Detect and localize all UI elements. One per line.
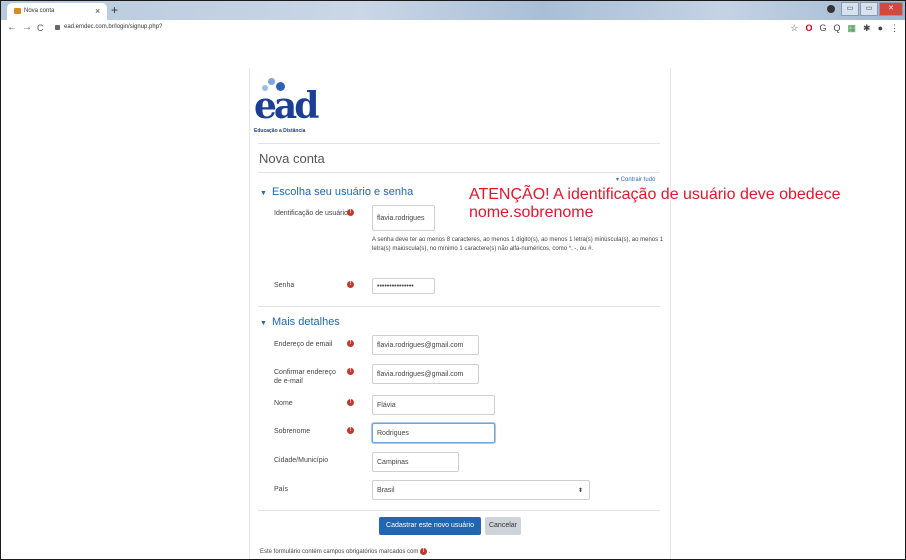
logo-dot xyxy=(268,78,275,85)
footnote-suffix: . xyxy=(428,549,431,556)
footnote-text: Este formulário contém campos obrigatóri… xyxy=(260,549,419,556)
close-window-button[interactable]: ✕ xyxy=(879,2,903,16)
name-input[interactable]: Flávia xyxy=(372,395,495,415)
required-icon: ! xyxy=(347,427,354,434)
window-controls: ▭ ▭ ✕ xyxy=(841,2,903,16)
required-icon: ! xyxy=(347,368,354,375)
surname-label: Sobrenome xyxy=(274,428,311,435)
email-label: Endereço de email xyxy=(274,341,333,348)
annotation-line: nome.sobrenome xyxy=(469,204,594,221)
password-label: Senha xyxy=(274,282,295,289)
bookmark-star-icon[interactable]: ☆ xyxy=(790,23,798,34)
logo-wordmark: ead xyxy=(254,85,319,127)
opera-extension-icon[interactable]: O xyxy=(805,23,812,34)
email-confirm-input[interactable]: flavia.rodrigues@gmail.com xyxy=(372,364,479,384)
logo-tagline: Educação a Distância xyxy=(254,128,306,134)
page-title: Nova conta xyxy=(259,151,325,166)
caret-down-icon: ▼ xyxy=(260,320,267,327)
extensions-bar: ☆ O G Q ▦ ✱ ● ⋮ xyxy=(790,23,899,34)
search-extension-icon[interactable]: Q xyxy=(833,23,840,34)
tab-close-icon[interactable]: × xyxy=(95,6,100,16)
required-icon: ! xyxy=(347,399,354,406)
password-input[interactable]: ••••••••••••••• xyxy=(372,278,435,294)
required-icon: ! xyxy=(347,209,354,216)
menu-kebab-icon[interactable]: ⋮ xyxy=(890,23,899,34)
reload-icon[interactable]: C xyxy=(37,22,44,34)
forward-icon[interactable]: → xyxy=(22,22,32,34)
maximize-button[interactable]: ▭ xyxy=(860,2,878,16)
sheets-extension-icon[interactable]: ▦ xyxy=(848,23,857,34)
section-header-account[interactable]: ▼ Escolha seu usuário e senha xyxy=(260,186,413,198)
divider xyxy=(258,510,660,511)
browser-tab[interactable]: Nova conta × xyxy=(7,3,107,20)
username-label: Identificação de usuário xyxy=(274,210,348,217)
tab-title: Nova conta xyxy=(24,8,55,14)
country-select[interactable]: Brasil ⬍ xyxy=(372,480,590,500)
address-bar: ← → C ead.emdec.com.br/login/signup.php?… xyxy=(1,20,905,39)
record-icon[interactable] xyxy=(827,5,835,13)
required-icon: ! xyxy=(347,340,354,347)
country-label: País xyxy=(274,486,289,493)
back-icon[interactable]: ← xyxy=(7,22,17,34)
site-favicon-icon xyxy=(14,8,21,14)
section-header-details[interactable]: ▼ Mais detalhes xyxy=(260,316,340,328)
annotation-warning: ATENÇÃO! A identificação de usuário deve… xyxy=(469,186,840,222)
surname-input[interactable]: Rodrigues xyxy=(372,423,495,443)
collapse-all-link[interactable]: ▾ Contrair tudo xyxy=(616,176,655,183)
profile-avatar-icon[interactable]: ● xyxy=(878,23,883,34)
lock-icon[interactable] xyxy=(55,25,60,30)
url-field[interactable]: ead.emdec.com.br/login/signup.php? xyxy=(64,24,162,30)
page-content: ead Educação a Distância Nova conta ▾ Co… xyxy=(1,38,905,559)
section-title: Mais detalhes xyxy=(271,316,340,328)
caret-down-icon: ▼ xyxy=(260,190,267,197)
divider xyxy=(258,306,660,307)
google-extension-icon[interactable]: G xyxy=(819,23,826,34)
email-input[interactable]: flavia.rodrigues@gmail.com xyxy=(372,335,479,355)
required-icon: ! xyxy=(420,548,428,555)
city-label: Cidade/Município xyxy=(274,457,329,464)
city-input[interactable]: Campinas xyxy=(372,452,459,472)
ead-logo: ead Educação a Distância xyxy=(254,78,319,138)
cancel-button[interactable]: Cancelar xyxy=(485,517,521,535)
required-fields-note: Este formulário contém campos obrigatóri… xyxy=(260,548,430,555)
username-input[interactable]: flavia.rodrigues xyxy=(372,205,435,231)
divider xyxy=(258,172,660,173)
minimize-button[interactable]: ▭ xyxy=(841,2,859,16)
email-confirm-label: Confirmar endereço de e-mail xyxy=(274,369,336,385)
select-arrow-icon: ⬍ xyxy=(577,488,583,494)
puzzle-extension-icon[interactable]: ✱ xyxy=(863,23,871,34)
new-tab-button[interactable]: + xyxy=(111,3,118,17)
section-title: Escolha seu usuário e senha xyxy=(271,186,414,198)
required-icon: ! xyxy=(347,281,354,288)
name-label: Nome xyxy=(274,400,293,407)
password-help-text: A senha deve ter ao menos 8 caracteres, … xyxy=(372,237,664,252)
browser-window: Nova conta × + ▭ ▭ ✕ ← → C ead.emdec.com… xyxy=(0,0,906,560)
submit-button[interactable]: Cadastrar este novo usuário xyxy=(379,517,481,535)
annotation-line: ATENÇÃO! A identificação de usuário deve… xyxy=(469,186,841,203)
country-selected-value: Brasil xyxy=(377,487,395,494)
tab-strip: Nova conta × + ▭ ▭ ✕ xyxy=(1,1,905,20)
signup-card: ead Educação a Distância Nova conta ▾ Co… xyxy=(249,68,671,559)
divider xyxy=(258,143,660,144)
